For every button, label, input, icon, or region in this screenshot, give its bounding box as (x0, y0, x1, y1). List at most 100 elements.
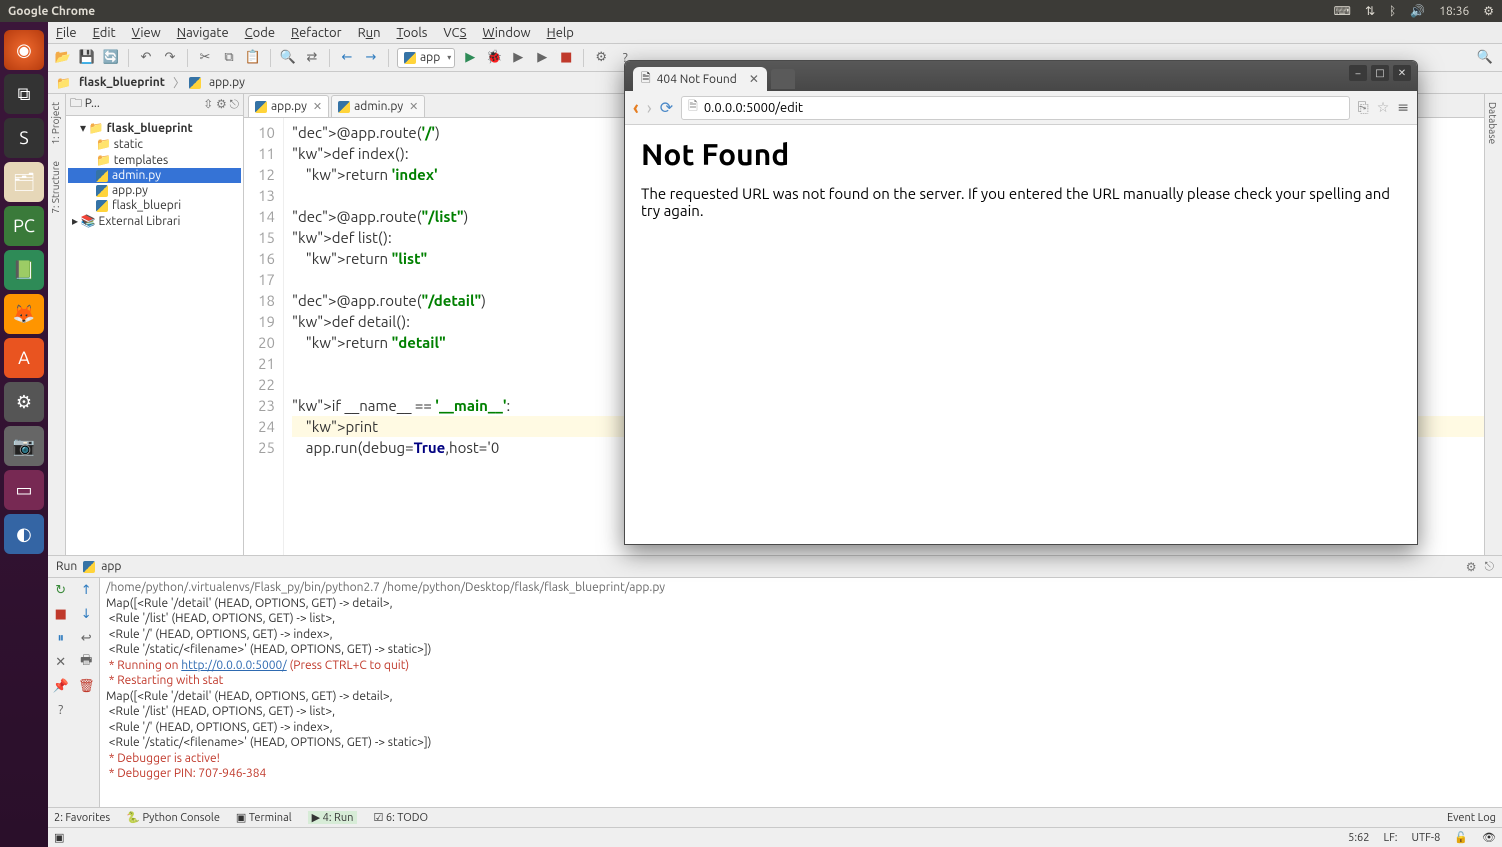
nav-back-icon[interactable]: ← (338, 49, 356, 67)
launcher-screenshot[interactable]: 📷 (4, 426, 44, 466)
up-icon[interactable]: ↑ (74, 578, 100, 602)
line-sep[interactable]: LF: (1383, 832, 1397, 844)
coverage-icon[interactable]: ▶ (509, 49, 527, 67)
chrome-tab[interactable]: 🗎 404 Not Found ✕ (633, 67, 767, 91)
menu-help[interactable]: Help (547, 26, 574, 40)
project-view-combo[interactable]: ⇳ ⚙ ⎋ (203, 97, 239, 112)
pause-icon[interactable]: ⏸ (48, 626, 74, 650)
bluetooth-icon[interactable]: ᛒ (1389, 5, 1396, 18)
tree-item[interactable]: 📁 templates (68, 152, 241, 168)
keyboard-icon[interactable]: ⌨ (1334, 4, 1351, 18)
tree-item[interactable]: app.py (68, 183, 241, 198)
launcher-terminal[interactable]: ⧉ (4, 74, 44, 114)
run-hide-icon[interactable]: ⎋ (1485, 560, 1495, 574)
soft-wrap-icon[interactable]: ↩ (74, 626, 100, 650)
menu-edit[interactable]: Edit (93, 26, 116, 40)
menu-refactor[interactable]: Refactor (291, 26, 342, 40)
print-icon[interactable]: 🖶 (74, 650, 100, 674)
find-icon[interactable]: 🔍 (279, 49, 297, 67)
tab-database[interactable]: Database (1485, 94, 1500, 152)
pin-icon[interactable]: 📌 (48, 674, 74, 698)
editor-tab[interactable]: admin.py✕ (331, 95, 425, 117)
close-tab-icon[interactable]: ✕ (409, 100, 418, 113)
nav-back-icon[interactable]: ‹ (633, 98, 639, 118)
editor-tab[interactable]: app.py✕ (248, 95, 329, 117)
redo-icon[interactable]: ↷ (161, 49, 179, 67)
tab-python-console[interactable]: Python Console (142, 812, 219, 824)
clear-icon[interactable]: 🗑 (74, 674, 100, 698)
new-tab-button[interactable] (771, 69, 795, 89)
tab-terminal[interactable]: Terminal (249, 812, 292, 824)
launcher-software[interactable]: A (4, 338, 44, 378)
tree-item[interactable]: admin.py (68, 168, 241, 183)
menu-vcs[interactable]: VCS (443, 26, 466, 40)
cut-icon[interactable]: ✂ (196, 49, 214, 67)
run-icon[interactable]: ▶ (461, 49, 479, 67)
address-bar[interactable]: 🗎 0.0.0.0:5000/edit (681, 96, 1349, 120)
down-icon[interactable]: ↓ (74, 602, 100, 626)
nav-fwd-icon[interactable]: → (362, 49, 380, 67)
tree-item[interactable]: 📁 static (68, 136, 241, 152)
encoding[interactable]: UTF-8 (1412, 832, 1441, 844)
menu-window[interactable]: Window (482, 26, 530, 40)
system-gear-icon[interactable]: ⚙ (1483, 4, 1494, 18)
maximize-icon[interactable]: □ (1371, 65, 1389, 81)
tree-root[interactable]: ▾ 📁 flask_blueprint (68, 120, 241, 136)
translate-icon[interactable]: ⎘ (1358, 99, 1369, 116)
open-icon[interactable]: 📂 (54, 49, 72, 67)
help-run-icon[interactable]: ? (48, 698, 74, 722)
chrome-titlebar[interactable]: 🗎 404 Not Found ✕ – □ ✕ (625, 61, 1417, 91)
tab-project[interactable]: 1: Project (48, 94, 63, 153)
lock-icon[interactable]: 🔓 (1454, 831, 1468, 844)
bookmark-icon[interactable]: ☆ (1377, 99, 1390, 116)
tab-run[interactable]: 4: Run (323, 812, 354, 824)
crumb-file[interactable]: app.py (205, 76, 249, 89)
rerun-icon[interactable]: ↻ (48, 578, 74, 602)
stop-icon[interactable]: ■ (557, 49, 575, 67)
event-log[interactable]: Event Log (1447, 812, 1496, 824)
stop-icon[interactable]: ■ (48, 602, 74, 626)
search-everywhere-icon[interactable]: 🔍 (1476, 49, 1494, 67)
close-tab-icon[interactable]: ✕ (313, 100, 322, 113)
launcher-dash[interactable]: ◉ (4, 30, 44, 70)
menu-navigate[interactable]: Navigate (177, 26, 229, 40)
tree-external[interactable]: ▸ 📚 External Librari (68, 213, 241, 229)
debug-icon[interactable]: 🐞 (485, 49, 503, 67)
launcher-app2[interactable]: ◐ (4, 514, 44, 554)
menu-view[interactable]: View (132, 26, 161, 40)
crumb-project[interactable]: flask_blueprint (75, 76, 169, 89)
tab-left-fav[interactable]: 2: Favorites (54, 812, 110, 824)
structure-icon[interactable]: ⚙ (592, 49, 610, 67)
paste-icon[interactable]: 📋 (244, 49, 262, 67)
close-tab-icon[interactable]: ✕ (749, 72, 759, 86)
status-tool-icon[interactable]: ▣ (54, 831, 64, 844)
close-run-icon[interactable]: ✕ (48, 650, 74, 674)
launcher-settings[interactable]: ⚙ (4, 382, 44, 422)
menu-file[interactable]: File (56, 26, 77, 40)
run-settings-icon[interactable]: ⚙ (1466, 560, 1477, 574)
tab-structure[interactable]: 7: Structure (48, 153, 63, 222)
sync-icon[interactable]: 🔄 (102, 49, 120, 67)
launcher-app[interactable]: ▭ (4, 470, 44, 510)
copy-icon[interactable]: ⧉ (220, 49, 238, 67)
launcher-book[interactable]: 📗 (4, 250, 44, 290)
run-console[interactable]: /home/python/.virtualenvs/Flask_py/bin/p… (100, 578, 1502, 807)
run-config-combo[interactable]: app (397, 48, 455, 68)
replace-icon[interactable]: ⇄ (303, 49, 321, 67)
save-icon[interactable]: 💾 (78, 49, 96, 67)
minimize-icon[interactable]: – (1349, 65, 1367, 81)
menu-tools[interactable]: Tools (397, 26, 428, 40)
network-icon[interactable]: ⇅ (1365, 4, 1375, 18)
undo-icon[interactable]: ↶ (137, 49, 155, 67)
launcher-sublime[interactable]: S (4, 118, 44, 158)
page-info-icon[interactable]: 🗎 (688, 97, 698, 118)
launcher-files[interactable]: 🗂 (4, 162, 44, 202)
menu-run[interactable]: Run (358, 26, 381, 40)
clock[interactable]: 18:36 (1439, 5, 1469, 18)
profile-icon[interactable]: ▶ (533, 49, 551, 67)
chrome-menu-icon[interactable]: ≡ (1397, 99, 1409, 116)
menu-code[interactable]: Code (245, 26, 275, 40)
close-window-icon[interactable]: ✕ (1393, 65, 1411, 81)
inspections-icon[interactable]: 👁 (1482, 831, 1496, 844)
tab-todo[interactable]: 6: TODO (386, 812, 428, 824)
